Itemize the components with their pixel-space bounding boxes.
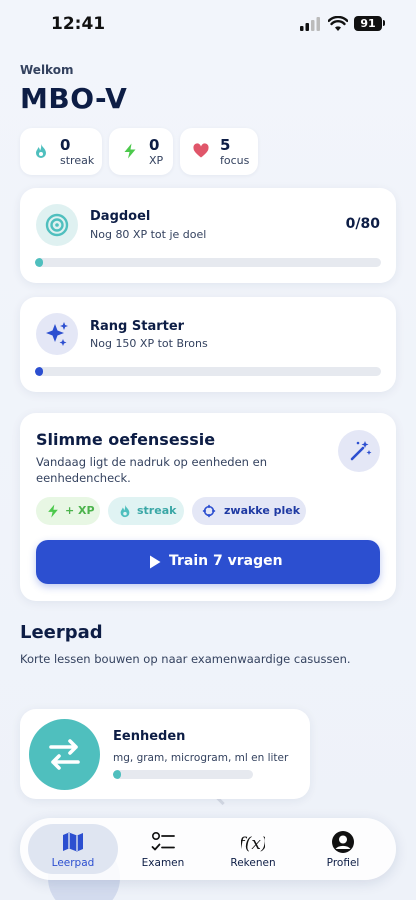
crosshair-icon (202, 504, 216, 518)
chip-weak-spot-label: zwakke plek (224, 504, 301, 517)
daily-goal-progress-track (35, 258, 381, 267)
chip-xp-label: + XP (65, 504, 95, 517)
target-icon (36, 204, 78, 246)
focus-label: focus (220, 154, 250, 167)
lesson-node-units[interactable] (29, 719, 100, 790)
stat-streak: 0 streak (20, 128, 102, 175)
cellular-signal-icon (300, 17, 320, 31)
magic-wand-icon[interactable] (338, 430, 380, 472)
stat-focus: 5 focus (180, 128, 258, 175)
sparkle-icon (36, 313, 78, 355)
daily-goal-card[interactable]: Dagdoel Nog 80 XP tot je doel 0/80 (20, 188, 396, 283)
play-icon (150, 555, 161, 569)
daily-goal-title: Dagdoel (90, 209, 151, 224)
tab-profiel[interactable]: Profiel (298, 824, 388, 874)
battery-tip (383, 20, 385, 26)
lesson-card-units[interactable]: Eenheden mg, gram, microgram, ml en lite… (20, 709, 310, 799)
checklist-icon (151, 831, 175, 851)
tab-examen-label: Examen (141, 857, 185, 869)
flame-icon (36, 144, 46, 158)
status-bar: 12:41 91 (0, 0, 416, 50)
status-time: 12:41 (51, 14, 106, 34)
chip-streak-label: streak (137, 504, 177, 517)
rank-progress-track (35, 367, 381, 376)
train-button[interactable]: Train 7 vragen (36, 540, 380, 584)
wifi-icon (328, 16, 348, 31)
tab-rekenen-label: Rekenen (230, 857, 276, 869)
daily-goal-subtitle: Nog 80 XP tot je doel (90, 228, 207, 241)
lesson-progress-track (113, 770, 253, 779)
tab-profiel-label: Profiel (326, 857, 360, 869)
welcome-label: Welkom (20, 63, 74, 77)
tab-rekenen[interactable]: f(x) Rekenen (208, 824, 298, 874)
tab-examen[interactable]: Examen (118, 824, 208, 874)
train-button-label: Train 7 vragen (169, 553, 283, 569)
streak-label: streak (60, 154, 95, 167)
daily-goal-score: 0/80 (345, 216, 380, 232)
lesson-progress-fill (113, 770, 121, 779)
tab-leerpad[interactable]: Leerpad (28, 824, 118, 874)
session-description-line1: Vandaag ligt de nadruk op eenheden en (36, 455, 267, 469)
focus-value: 5 (220, 136, 231, 154)
bottom-tab-bar: Leerpad Examen f(x) Rekenen Profiel (20, 818, 396, 880)
tab-leerpad-label: Leerpad (51, 857, 95, 869)
daily-goal-progress-fill (35, 258, 43, 267)
map-icon (63, 832, 83, 852)
lightning-icon (48, 504, 58, 518)
chip-xp: + XP (36, 497, 100, 525)
session-title: Slimme oefensessie (36, 430, 216, 449)
learning-path-subtitle: Korte lessen bouwen op naar examenwaardi… (20, 652, 351, 666)
xp-value: 0 (149, 136, 160, 154)
chip-streak: streak (108, 497, 184, 525)
rank-subtitle: Nog 150 XP tot Brons (90, 337, 208, 350)
profile-icon (332, 831, 354, 853)
learning-path-title: Leerpad (20, 622, 103, 643)
chip-weak-spot: zwakke plek (192, 497, 306, 525)
stat-xp: 0 XP (109, 128, 173, 175)
lightning-icon (124, 143, 136, 159)
rank-progress-fill (35, 367, 43, 376)
swap-arrows-icon (49, 739, 80, 770)
battery-indicator: 91 (354, 16, 382, 31)
lesson-title: Eenheden (113, 729, 186, 744)
session-description-line2: eenhedencheck. (36, 471, 131, 485)
lesson-subtitle: mg, gram, microgram, ml en liter (113, 752, 289, 764)
heart-icon (193, 143, 209, 158)
svg-text:f(x): f(x) (241, 834, 265, 854)
xp-label: XP (149, 154, 164, 167)
function-icon: f(x) (241, 834, 265, 854)
page-title: MBO-V (20, 82, 128, 115)
rank-title: Rang Starter (90, 319, 185, 334)
streak-value: 0 (60, 136, 71, 154)
rank-card[interactable]: Rang Starter Nog 150 XP tot Brons (20, 297, 396, 392)
flame-icon (120, 504, 130, 518)
